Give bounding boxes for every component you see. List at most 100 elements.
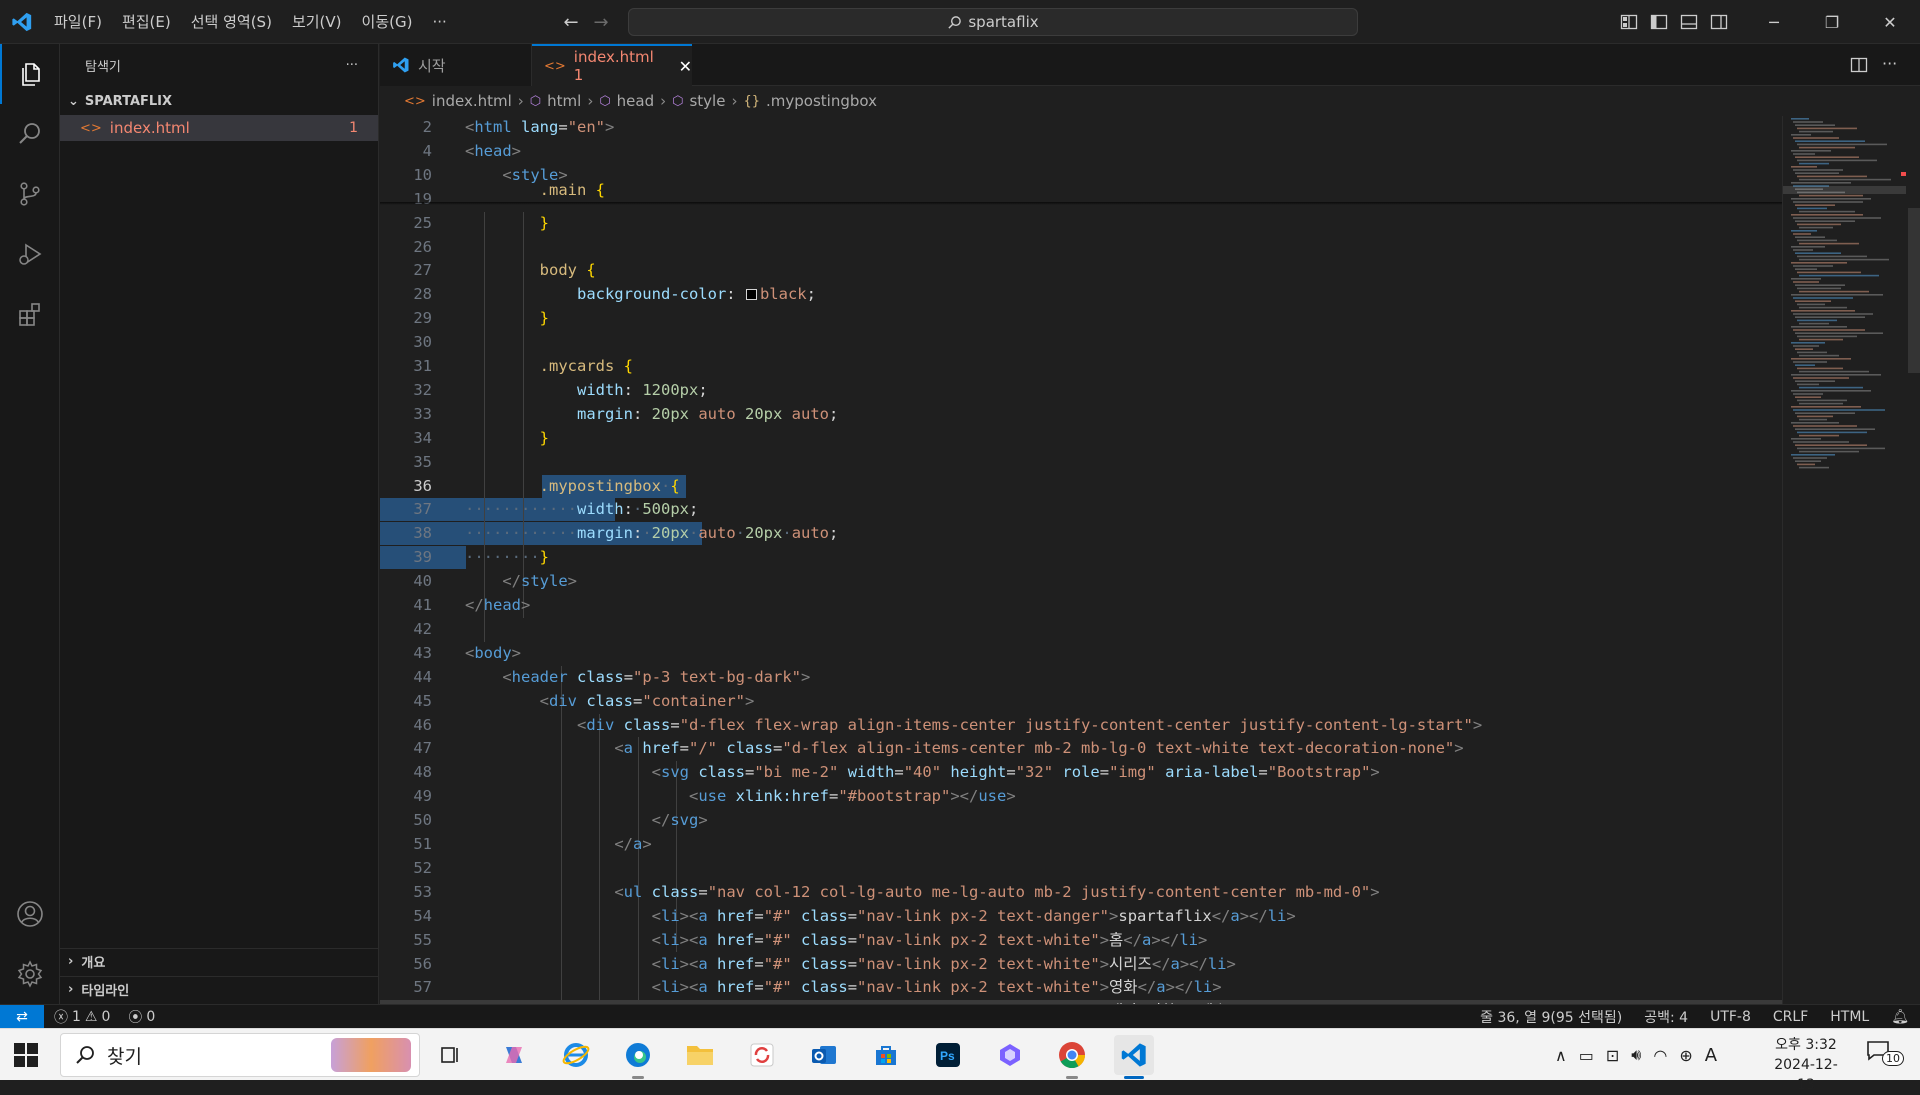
- maximize-icon[interactable]: ❐: [1803, 13, 1861, 32]
- tab-welcome[interactable]: 시작: [380, 44, 532, 86]
- vscode-taskbar-icon[interactable]: [1114, 1035, 1154, 1079]
- menu-file[interactable]: 파일(F): [44, 0, 112, 44]
- indentation[interactable]: 공백: 4: [1633, 1007, 1699, 1027]
- code-line[interactable]: 53 <ul class="nav col-12 col-lg-auto me-…: [380, 881, 1782, 904]
- code-line[interactable]: 51 </a>: [380, 833, 1782, 856]
- sticky-scroll-line[interactable]: 2 <html lang="en">: [380, 116, 1782, 139]
- code-line[interactable]: 57 <li><a href="#" class="nav-link px-2 …: [380, 976, 1782, 999]
- code-line[interactable]: 49 <use xlink:href="#bootstrap"></use>: [380, 785, 1782, 808]
- cursor-position[interactable]: 줄 36, 열 9(95 선택됨): [1469, 1007, 1633, 1027]
- menu-edit[interactable]: 편집(E): [112, 0, 181, 44]
- vertical-scrollbar[interactable]: [1906, 116, 1920, 1004]
- breadcrumb-item[interactable]: style: [689, 92, 725, 110]
- code-line[interactable]: 55 <li><a href="#" class="nav-link px-2 …: [380, 929, 1782, 952]
- run-debug-icon[interactable]: [0, 224, 60, 284]
- minimap-viewport[interactable]: [1783, 186, 1907, 194]
- ports-indicator[interactable]: ⦿ 0: [128, 1007, 155, 1027]
- minimize-icon[interactable]: ─: [1745, 13, 1803, 32]
- problems-indicator[interactable]: ⓧ 1 ⚠ 0: [54, 1007, 110, 1027]
- breadcrumb-item[interactable]: .mypostingbox: [766, 92, 877, 110]
- code-line[interactable]: 38 ············margin:·20px·auto·20px·aut…: [380, 522, 1782, 546]
- end-of-line[interactable]: CRLF: [1762, 1009, 1819, 1025]
- code-line[interactable]: 28 background-color: black;: [380, 283, 1782, 306]
- menu-go[interactable]: 이동(G): [352, 0, 423, 44]
- taskbar-search[interactable]: 찾기: [60, 1033, 420, 1077]
- chrome-icon[interactable]: [1052, 1035, 1092, 1079]
- code-line[interactable]: 36 .mypostingbox·{: [380, 474, 1782, 498]
- more-actions-icon[interactable]: ···: [346, 58, 358, 73]
- search-icon[interactable]: [0, 104, 60, 164]
- code-line[interactable]: 35: [380, 451, 1782, 474]
- copilot-icon[interactable]: [494, 1035, 534, 1075]
- scrollbar-thumb[interactable]: [1908, 208, 1920, 373]
- forward-arrow-icon[interactable]: →: [586, 12, 616, 33]
- code-line[interactable]: 50 </svg>: [380, 809, 1782, 832]
- volume-icon[interactable]: 🔊︎: [1631, 1045, 1641, 1065]
- code-line[interactable]: 48 <svg class="bi me-2" width="40" heigh…: [380, 761, 1782, 784]
- section-timeline[interactable]: › 타임라인: [60, 976, 378, 1002]
- code-editor[interactable]: 2 <html lang="en"> 4 <head> 10 <style> 19 .ma…: [380, 116, 1782, 1004]
- code-line[interactable]: 47 <a href="/" class="d-flex align-items…: [380, 737, 1782, 760]
- toggle-secondary-sidebar-icon[interactable]: [1710, 13, 1728, 31]
- tab-index-html[interactable]: <> index.html 1 ✕: [532, 44, 692, 86]
- code-line[interactable]: 44 <header class="p-3 text-bg-dark">: [380, 666, 1782, 689]
- code-line[interactable]: 32 width: 1200px;: [380, 379, 1782, 402]
- folder-spartaflix[interactable]: ⌄ SPARTAFLIX: [60, 90, 378, 112]
- more-actions-icon[interactable]: ···: [1882, 54, 1897, 73]
- wifi-icon[interactable]: ◠: [1653, 1046, 1667, 1065]
- code-line[interactable]: 30: [380, 331, 1782, 354]
- sticky-scroll-line[interactable]: 4 <head>: [380, 139, 1782, 163]
- extensions-icon[interactable]: [0, 284, 60, 344]
- battery-icon[interactable]: ▭: [1579, 1046, 1594, 1065]
- breadcrumb-item[interactable]: index.html: [432, 92, 512, 110]
- sticky-scroll-line[interactable]: 19 .main {: [380, 181, 1782, 208]
- code-line[interactable]: 45 <div class="container">: [380, 690, 1782, 713]
- ime-indicator[interactable]: A: [1705, 1045, 1717, 1066]
- task-view-icon[interactable]: [430, 1035, 470, 1075]
- code-line[interactable]: 29 }: [380, 307, 1782, 330]
- internet-explorer-icon[interactable]: [556, 1035, 596, 1075]
- photoshop-icon[interactable]: Ps: [928, 1035, 968, 1075]
- sync-app-icon[interactable]: [742, 1035, 782, 1075]
- menu-selection[interactable]: 선택 영역(S): [181, 0, 282, 44]
- code-line[interactable]: 34 }: [380, 427, 1782, 450]
- code-line[interactable]: 46 <div class="d-flex flex-wrap align-it…: [380, 714, 1782, 737]
- network-icon[interactable]: ⊕: [1679, 1046, 1692, 1065]
- code-line[interactable]: 25 }: [380, 212, 1782, 235]
- breadcrumb-item[interactable]: html: [547, 92, 581, 110]
- explorer-icon[interactable]: [0, 44, 60, 104]
- toggle-panel-icon[interactable]: [1680, 13, 1698, 31]
- gear-icon[interactable]: [0, 944, 60, 1004]
- menu-view[interactable]: 보기(V): [282, 0, 352, 44]
- outlook-icon[interactable]: [804, 1035, 844, 1075]
- microsoft-store-icon[interactable]: [866, 1035, 906, 1075]
- close-icon[interactable]: ✕: [679, 57, 692, 76]
- chevron-up-icon[interactable]: ∧: [1555, 1046, 1567, 1065]
- windows-start-icon[interactable]: [10, 1039, 42, 1071]
- code-line[interactable]: 42: [380, 618, 1782, 641]
- language-mode[interactable]: HTML: [1819, 1009, 1880, 1025]
- code-line[interactable]: 52: [380, 857, 1782, 880]
- remote-indicator-icon[interactable]: ⇄: [0, 1004, 44, 1029]
- code-line[interactable]: 39 ········}: [380, 546, 1782, 570]
- code-line[interactable]: 26: [380, 236, 1782, 259]
- device-icon[interactable]: ⊡: [1606, 1046, 1619, 1065]
- minimap[interactable]: [1782, 116, 1907, 1004]
- encoding[interactable]: UTF-8: [1699, 1009, 1762, 1025]
- customize-layout-icon[interactable]: [1620, 13, 1638, 31]
- code-line[interactable]: 40 </style>: [380, 570, 1782, 593]
- color-swatch-icon[interactable]: [745, 289, 757, 301]
- menu-more[interactable]: ···: [422, 0, 456, 44]
- breadcrumb-item[interactable]: head: [617, 92, 654, 110]
- accounts-icon[interactable]: [0, 884, 60, 944]
- split-editor-icon[interactable]: [1850, 56, 1868, 74]
- edge-browser-icon[interactable]: [618, 1035, 658, 1079]
- file-item-index-html[interactable]: <> index.html 1: [60, 115, 378, 141]
- code-line[interactable]: 37 ············width:·500px;: [380, 498, 1782, 522]
- code-line[interactable]: 31 .mycards {: [380, 355, 1782, 378]
- code-line[interactable]: 54 <li><a href="#" class="nav-link px-2 …: [380, 905, 1782, 928]
- command-center-search[interactable]: spartaflix: [628, 8, 1358, 36]
- code-line[interactable]: 56 <li><a href="#" class="nav-link px-2 …: [380, 953, 1782, 976]
- file-explorer-icon[interactable]: [680, 1035, 720, 1075]
- notification-center-icon[interactable]: 10: [1866, 1039, 1906, 1071]
